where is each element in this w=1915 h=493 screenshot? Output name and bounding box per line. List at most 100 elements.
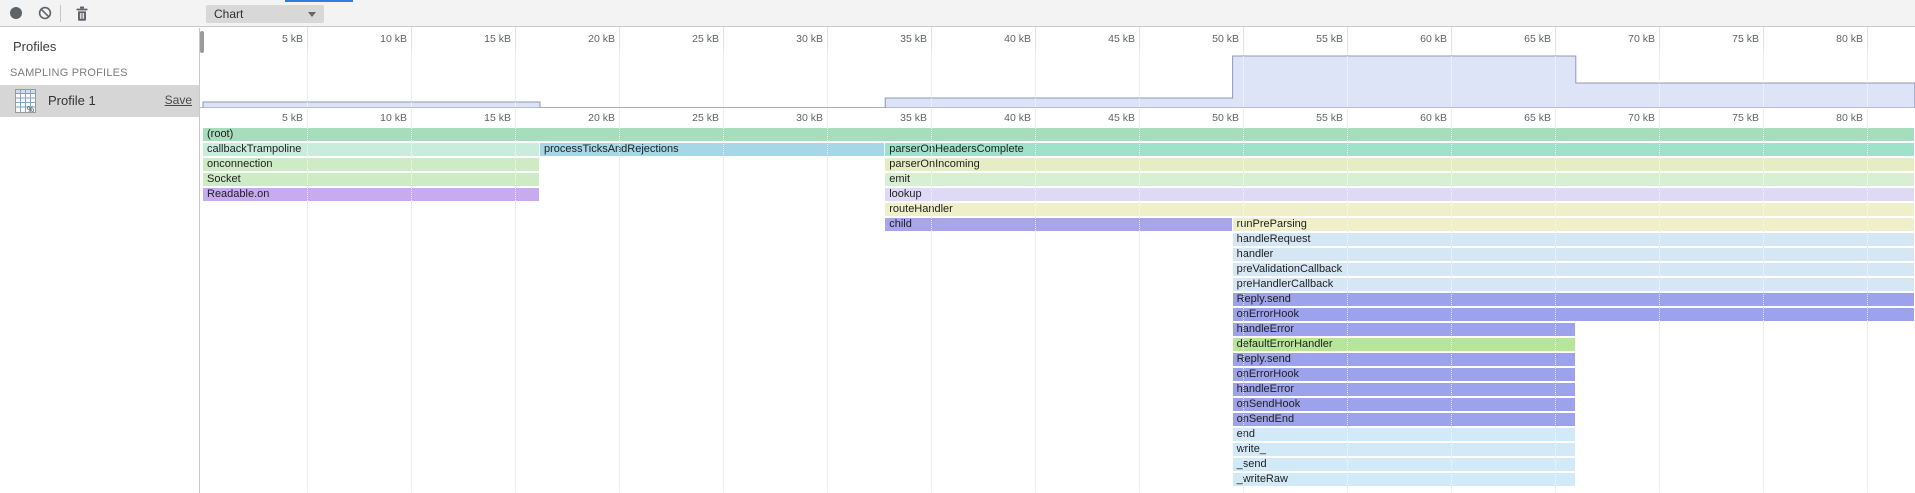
- sampling-profile-icon: %: [15, 89, 36, 113]
- flame-bar[interactable]: emit: [885, 173, 1914, 186]
- flame-bar[interactable]: _writeRaw: [1233, 473, 1575, 486]
- gridline-dotted: [411, 52, 412, 493]
- flame-bar[interactable]: handleError: [1233, 323, 1575, 336]
- ruler-tick-label: 25 kB: [661, 33, 719, 45]
- flame-bar[interactable]: (root): [203, 128, 1914, 141]
- flame-bar[interactable]: lookup: [885, 188, 1914, 201]
- flame-bar[interactable]: child: [885, 218, 1231, 231]
- ruler-tick-label: 10 kB: [349, 112, 407, 124]
- gridline-dotted: [1035, 52, 1036, 493]
- flame-bar[interactable]: parserOnHeadersComplete: [885, 143, 1914, 156]
- profiles-sidebar: Profiles SAMPLING PROFILES % Profile 1 S…: [0, 28, 200, 493]
- flame-bar[interactable]: onErrorHook: [1233, 368, 1575, 381]
- flame-bar[interactable]: onErrorHook: [1233, 308, 1914, 321]
- ruler-tick-label: 55 kB: [1285, 112, 1343, 124]
- record-button[interactable]: [4, 0, 28, 26]
- gridline-dotted: [1139, 52, 1140, 493]
- flame-bar-label: lookup: [885, 188, 1914, 201]
- gridline-dotted: [515, 52, 516, 493]
- gridline-dotted: [723, 52, 724, 493]
- flame-bar[interactable]: write_: [1233, 443, 1575, 456]
- flame-bar[interactable]: routeHandler: [885, 203, 1914, 216]
- flame-bar[interactable]: _send: [1233, 458, 1575, 471]
- flame-chart-ruler: 5 kB10 kB15 kB20 kB25 kB30 kB35 kB40 kB4…: [200, 108, 1915, 127]
- flame-bar-label: (root): [203, 128, 1914, 141]
- flame-bar[interactable]: onconnection: [203, 158, 539, 171]
- flame-bar-label: end: [1233, 428, 1575, 441]
- flame-bar-label: handleError: [1233, 323, 1575, 336]
- flame-bar[interactable]: Socket: [203, 173, 539, 186]
- record-icon: [10, 7, 22, 19]
- ruler-tick-label: 80 kB: [1805, 33, 1863, 45]
- gridline-dotted: [1659, 52, 1660, 493]
- flame-bar[interactable]: parserOnIncoming: [885, 158, 1914, 171]
- flame-bar-label: handler: [1233, 248, 1914, 261]
- flame-bar[interactable]: onSendEnd: [1233, 413, 1575, 426]
- sidebar-item-profile-1[interactable]: % Profile 1 Save: [0, 85, 199, 117]
- profile-name: Profile 1: [48, 93, 96, 108]
- ruler-tick-label: 15 kB: [453, 33, 511, 45]
- flame-bar[interactable]: onSendHook: [1233, 398, 1575, 411]
- active-tab-indicator: [285, 0, 353, 2]
- svg-text:%: %: [27, 105, 34, 113]
- flame-bar[interactable]: Reply.send: [1233, 293, 1914, 306]
- flame-bar-label: Reply.send: [1233, 293, 1914, 306]
- ruler-tick-label: 5 kB: [245, 33, 303, 45]
- flame-bar-label: _send: [1233, 458, 1575, 471]
- gridline-dotted: [1555, 52, 1556, 493]
- flame-bar[interactable]: handler: [1233, 248, 1914, 261]
- flame-bar[interactable]: preValidationCallback: [1233, 263, 1914, 276]
- flame-bar[interactable]: end: [1233, 428, 1575, 441]
- flame-bar[interactable]: defaultErrorHandler: [1233, 338, 1575, 351]
- clear-profiles-button[interactable]: [33, 0, 57, 26]
- flame-bar[interactable]: handleRequest: [1233, 233, 1914, 246]
- gridline-dotted: [1763, 52, 1764, 493]
- flame-bar-label: Readable.on: [203, 188, 539, 201]
- toolbar-divider: [60, 5, 61, 22]
- delete-profile-button[interactable]: [70, 0, 94, 26]
- scrollbar-thumb[interactable]: [200, 31, 204, 53]
- profiler-toolbar: Chart: [0, 0, 1915, 27]
- chart-view-select[interactable]: Chart: [206, 5, 324, 23]
- flame-bar-label: parserOnIncoming: [885, 158, 1914, 171]
- flame-bar[interactable]: Readable.on: [203, 188, 539, 201]
- ruler-tick-label: 5 kB: [245, 112, 303, 124]
- flame-bar[interactable]: preHandlerCallback: [1233, 278, 1914, 291]
- flame-bar-label: routeHandler: [885, 203, 1914, 216]
- ruler-tick-label: 25 kB: [661, 112, 719, 124]
- flame-bar-label: onSendHook: [1233, 398, 1575, 411]
- sidebar-title: Profiles: [13, 39, 56, 54]
- gridline-dotted: [1451, 52, 1452, 493]
- ruler-tick-label: 75 kB: [1701, 33, 1759, 45]
- gridline-dotted: [827, 52, 828, 493]
- gridline-dotted: [307, 52, 308, 493]
- flame-bar[interactable]: Reply.send: [1233, 353, 1575, 366]
- ruler-tick-label: 15 kB: [453, 112, 511, 124]
- flame-bar-label: runPreParsing: [1233, 218, 1914, 231]
- ruler-tick-label: 55 kB: [1285, 33, 1343, 45]
- ruler-tick-label: 70 kB: [1597, 33, 1655, 45]
- flame-bar[interactable]: handleError: [1233, 383, 1575, 396]
- flame-bar-label: _writeRaw: [1233, 473, 1575, 486]
- memory-overview-chart: [200, 52, 1915, 108]
- sampling-profiles-section-header: SAMPLING PROFILES: [10, 67, 128, 79]
- flame-bar-label: handleError: [1233, 383, 1575, 396]
- flame-bar-label: preHandlerCallback: [1233, 278, 1914, 291]
- gridline-dotted: [1347, 52, 1348, 493]
- ruler-tick-label: 50 kB: [1181, 112, 1239, 124]
- ruler-tick-label: 35 kB: [869, 112, 927, 124]
- memory-overview[interactable]: [200, 52, 1915, 108]
- flame-bar-label: parserOnHeadersComplete: [885, 143, 1914, 156]
- flame-bar[interactable]: processTicksAndRejections: [540, 143, 884, 156]
- chevron-down-icon: [308, 12, 316, 17]
- flame-bar-label: child: [885, 218, 1231, 231]
- flame-chart-pane: 5 kB10 kB15 kB20 kB25 kB30 kB35 kB40 kB4…: [200, 27, 1915, 493]
- flame-bar-label: handleRequest: [1233, 233, 1914, 246]
- flame-bar[interactable]: runPreParsing: [1233, 218, 1914, 231]
- ruler-tick-label: 45 kB: [1077, 112, 1135, 124]
- flame-bar-label: Reply.send: [1233, 353, 1575, 366]
- trash-icon: [75, 6, 89, 21]
- save-profile-link[interactable]: Save: [165, 93, 192, 107]
- flame-bar[interactable]: callbackTrampoline: [203, 143, 539, 156]
- ruler-tick-label: 60 kB: [1389, 112, 1447, 124]
